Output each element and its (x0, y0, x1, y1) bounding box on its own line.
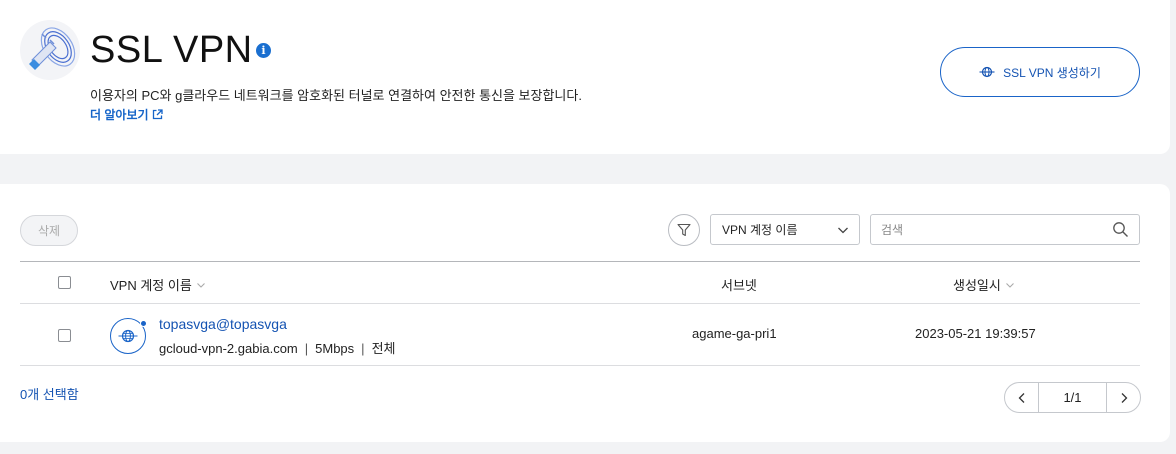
page-description: 이용자의 PC와 g클라우드 네트워크를 암호화된 터널로 연결하여 안전한 통… (90, 88, 582, 103)
status-dot (140, 320, 147, 327)
search-input[interactable] (871, 215, 1101, 244)
create-ssl-vpn-button[interactable]: SSL VPN 생성하기 (940, 47, 1140, 97)
search-field-select[interactable]: VPN 계정 이름 (710, 214, 860, 245)
prev-page-button[interactable] (1005, 383, 1038, 412)
column-name-header[interactable]: VPN 계정 이름 (110, 275, 206, 294)
page-indicator: 1/1 (1038, 383, 1107, 412)
column-created-header[interactable]: 생성일시 (953, 275, 1015, 294)
selected-count: 0개 선택함 (20, 387, 79, 402)
row-subnet: agame-ga-pri1 (692, 326, 777, 341)
vpn-scope: 전체 (371, 341, 396, 356)
vpn-account-icon (110, 318, 147, 354)
select-value: VPN 계정 이름 (722, 223, 798, 237)
column-subnet-label: 서브넷 (721, 278, 757, 293)
chevron-left-icon (1018, 392, 1024, 403)
select-all-checkbox[interactable] (58, 276, 71, 289)
chevron-right-icon (1121, 392, 1127, 403)
info-icon[interactable]: i (256, 43, 271, 58)
chevron-down-icon (1005, 282, 1014, 288)
vpn-list-panel: 삭제 VPN 계정 이름 VPN 계정 이름 서브넷 (0, 184, 1170, 442)
row-created: 2023-05-21 19:39:57 (915, 326, 1036, 341)
search-box (870, 214, 1140, 245)
vpn-bandwidth: 5Mbps (315, 341, 355, 356)
vpn-plug-icon (20, 20, 80, 80)
vpn-account-meta: gcloud-vpn-2.gabia.com | 5Mbps | 전체 (159, 341, 396, 356)
chevron-down-icon (838, 227, 848, 234)
create-button-label: SSL VPN 생성하기 (1003, 65, 1101, 80)
delete-button[interactable]: 삭제 (20, 215, 78, 246)
learn-more-link[interactable]: 더 알아보기 (90, 106, 163, 123)
vpn-server: gcloud-vpn-2.gabia.com (159, 341, 298, 356)
pagination: 1/1 (1004, 382, 1141, 413)
filter-icon (677, 223, 691, 237)
page-title: SSL VPN (90, 29, 253, 71)
external-link-icon (152, 109, 163, 120)
column-name-label: VPN 계정 이름 (110, 278, 192, 293)
row-checkbox[interactable] (58, 329, 71, 342)
learn-more-label: 더 알아보기 (90, 108, 149, 122)
next-page-button[interactable] (1107, 383, 1140, 412)
globe-icon (118, 329, 138, 343)
table-header: VPN 계정 이름 서브넷 생성일시 (20, 261, 1140, 304)
chevron-down-icon (196, 282, 205, 288)
filter-button[interactable] (668, 214, 700, 246)
table-row[interactable]: topasvga@topasvga gcloud-vpn-2.gabia.com… (20, 304, 1140, 366)
globe-icon (979, 66, 995, 78)
column-subnet-header: 서브넷 (721, 275, 757, 294)
search-icon[interactable] (1112, 221, 1129, 238)
column-created-label: 생성일시 (953, 278, 1001, 293)
page-header: SSL VPN i 이용자의 PC와 g클라우드 네트워크를 암호화된 터널로 … (0, 0, 1170, 154)
vpn-account-link[interactable]: topasvga@topasvga (159, 316, 287, 332)
